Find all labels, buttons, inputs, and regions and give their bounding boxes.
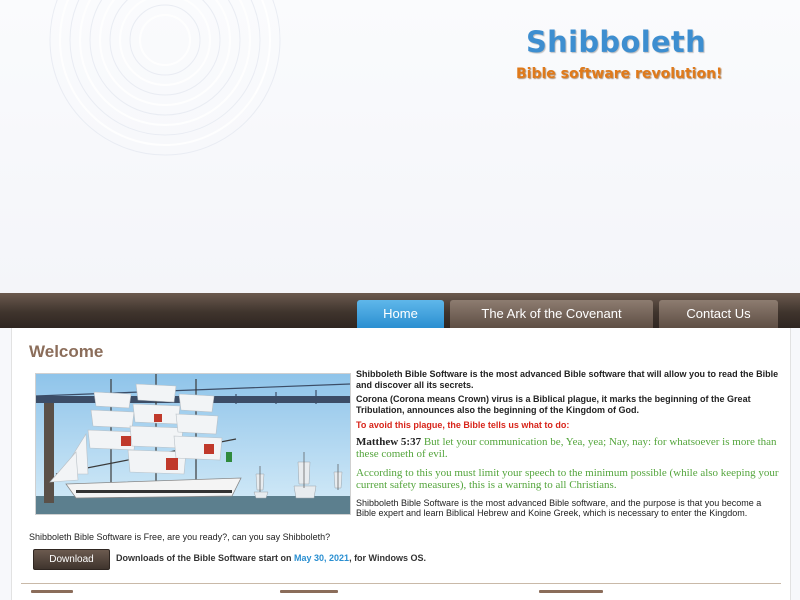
download-info: Downloads of the Bible Software start on… — [116, 553, 426, 563]
section-heading-stub-right — [539, 590, 603, 593]
nav-tab-home[interactable]: Home — [357, 300, 444, 328]
main-navigation: Home The Ark of the Covenant Contact Us — [0, 293, 800, 328]
software-purpose-paragraph: Shibboleth Bible Software is the most ad… — [356, 498, 762, 518]
tall-ship-photo — [35, 373, 351, 515]
nav-tab-ark-of-the-covenant[interactable]: The Ark of the Covenant — [450, 300, 653, 328]
section-divider — [21, 583, 781, 584]
section-heading-stub-left — [31, 590, 73, 593]
site-tagline: Bible software revolution! — [516, 66, 723, 82]
corona-paragraph: Corona (Corona means Crown) virus is a B… — [356, 394, 751, 415]
download-info-prefix: Downloads of the Bible Software start on — [116, 553, 295, 563]
page-heading: Welcome — [29, 342, 104, 361]
download-button[interactable]: Download — [33, 549, 110, 570]
verse-reference: Matthew 5:37 — [356, 436, 422, 448]
site-title[interactable]: Shibboleth — [526, 25, 706, 59]
section-heading-stub-middle — [280, 590, 338, 593]
bible-verse: Matthew 5:37 But let your communication … — [356, 436, 781, 460]
nav-tab-contact-us[interactable]: Contact Us — [659, 300, 778, 328]
tall-ship-image — [36, 374, 350, 514]
speech-guidance-paragraph: According to this you must limit your sp… — [356, 467, 779, 491]
download-date: May 30, 2021 — [294, 553, 350, 563]
site-header: Shibboleth Bible software revolution! — [0, 0, 800, 293]
decorative-swirl-graphic — [49, 0, 281, 156]
free-software-text: Shibboleth Bible Software is Free, are y… — [29, 532, 331, 542]
main-content: Welcome Shibboleth Bible Software is the… — [11, 328, 791, 600]
intro-paragraph: Shibboleth Bible Software is the most ad… — [356, 369, 779, 390]
download-info-suffix: , for Windows OS. — [349, 553, 426, 563]
warning-text: To avoid this plague, the Bible tells us… — [356, 420, 570, 430]
next-section-headings — [12, 590, 790, 600]
